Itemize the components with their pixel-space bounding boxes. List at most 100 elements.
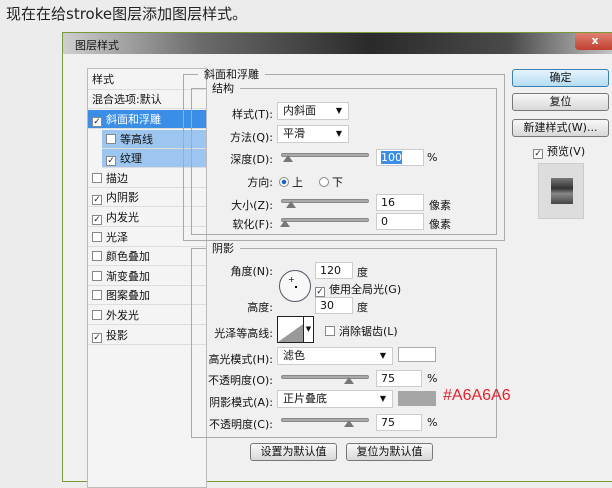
chevron-down-icon: ▼ bbox=[335, 106, 342, 115]
size-unit: 像素 bbox=[429, 199, 451, 212]
checkbox-icon bbox=[325, 326, 335, 336]
soften-slider[interactable] bbox=[280, 218, 369, 227]
down-label: 下 bbox=[332, 176, 343, 189]
chevron-down-icon: ▼ bbox=[303, 317, 313, 342]
highlight-color-swatch[interactable] bbox=[398, 347, 436, 362]
style-item[interactable]: 颜色叠加 bbox=[88, 247, 206, 267]
preview-label: 预览(V) bbox=[547, 145, 586, 158]
checkbox-icon: ✓ bbox=[315, 287, 325, 297]
shadow-opacity-unit: % bbox=[427, 416, 438, 429]
angle-unit: 度 bbox=[357, 266, 368, 279]
anti-alias-label: 消除锯齿(L) bbox=[339, 325, 398, 338]
anti-alias-checkbox[interactable]: 消除锯齿(L) bbox=[325, 323, 398, 339]
ok-button[interactable]: 确定 bbox=[512, 69, 609, 87]
color-annotation: #A6A6A6 bbox=[443, 387, 511, 404]
checkbox-icon[interactable]: ✓ bbox=[92, 215, 102, 225]
angle-label: 角度(N): bbox=[230, 265, 273, 278]
depth-input[interactable]: 100 bbox=[376, 149, 424, 166]
method-label: 方法(Q): bbox=[230, 131, 273, 144]
checkbox-icon[interactable] bbox=[92, 231, 102, 242]
style-select[interactable]: 内斜面 ▼ bbox=[277, 102, 349, 120]
chevron-down-icon: ▼ bbox=[335, 129, 342, 138]
shadow-color-swatch[interactable] bbox=[398, 391, 436, 406]
altitude-input[interactable]: 30 bbox=[315, 297, 353, 314]
size-slider[interactable] bbox=[281, 199, 369, 208]
checkbox-icon[interactable]: ✓ bbox=[92, 117, 102, 127]
soften-input[interactable]: 0 bbox=[376, 213, 424, 230]
altitude-label: 高度: bbox=[247, 301, 273, 314]
checkbox-icon[interactable] bbox=[92, 270, 102, 281]
checkbox-icon[interactable]: ✓ bbox=[106, 156, 116, 167]
highlight-opacity-slider[interactable] bbox=[281, 375, 369, 384]
dialog-title: 图层样式 bbox=[75, 39, 119, 52]
altitude-unit: 度 bbox=[357, 301, 368, 314]
style-item[interactable]: 渐变叠加 bbox=[88, 267, 206, 286]
style-item[interactable]: 外发光 bbox=[88, 306, 206, 325]
style-item-label: 斜面和浮雕 bbox=[106, 113, 161, 126]
style-item-label: 图案叠加 bbox=[106, 289, 150, 303]
highlight-mode-label: 高光模式(H): bbox=[208, 353, 273, 366]
depth-slider[interactable] bbox=[281, 153, 369, 162]
reset-default-button[interactable]: 复位为默认值 bbox=[346, 443, 433, 461]
preview-checkbox[interactable]: ✓ 预览(V) bbox=[533, 143, 585, 159]
checkbox-icon[interactable] bbox=[92, 251, 102, 262]
checkbox-icon[interactable] bbox=[106, 133, 116, 144]
new-style-button[interactable]: 新建样式(W)... bbox=[512, 119, 609, 137]
angle-input[interactable]: 120 bbox=[315, 262, 353, 279]
make-default-button[interactable]: 设置为默认值 bbox=[250, 443, 337, 461]
direction-down[interactable]: 下 bbox=[319, 174, 343, 190]
direction-up[interactable]: 上 bbox=[279, 174, 303, 190]
style-item-label: 投影 bbox=[106, 328, 128, 342]
shadow-opacity-slider[interactable] bbox=[281, 418, 369, 427]
shadow-opacity-input[interactable]: 75 bbox=[376, 414, 422, 431]
method-value: 平滑 bbox=[283, 127, 305, 140]
chevron-down-icon: ▼ bbox=[379, 351, 386, 360]
depth-unit: % bbox=[427, 151, 438, 164]
depth-label: 深度(D): bbox=[230, 153, 273, 166]
style-item-label: 光泽 bbox=[106, 230, 128, 244]
reset-button[interactable]: 复位 bbox=[512, 93, 609, 111]
size-label: 大小(Z): bbox=[231, 199, 273, 212]
angle-dial[interactable]: + bbox=[279, 270, 311, 302]
style-item-label: 渐变叠加 bbox=[106, 269, 150, 283]
gloss-contour-label: 光泽等高线: bbox=[214, 327, 273, 340]
gloss-contour-picker[interactable]: ▼ bbox=[277, 316, 314, 343]
checkbox-icon[interactable] bbox=[92, 172, 102, 183]
direction-label: 方向: bbox=[247, 176, 273, 189]
highlight-opacity-input[interactable]: 75 bbox=[376, 370, 422, 387]
highlight-opacity-unit: % bbox=[427, 372, 438, 385]
checkbox-icon: ✓ bbox=[533, 149, 543, 159]
preview-thumbnail bbox=[538, 163, 584, 219]
style-item-label: 内发光 bbox=[106, 211, 139, 224]
shadow-mode-value: 正片叠底 bbox=[283, 392, 327, 405]
radio-icon bbox=[279, 177, 289, 187]
checkbox-icon[interactable]: ✓ bbox=[92, 195, 102, 206]
crosshair-icon: + bbox=[288, 275, 295, 284]
style-item-label: 内阴影 bbox=[106, 191, 139, 205]
checkbox-icon[interactable]: ✓ bbox=[92, 332, 102, 343]
highlight-mode-value: 滤色 bbox=[283, 349, 305, 362]
layer-style-dialog: 图层样式 x 样式 混合选项:默认 ✓ 斜面和浮雕 等高线 ✓ 纹理 描边 ✓ 内阴影 ✓ 内发光… bbox=[62, 32, 612, 488]
method-select[interactable]: 平滑 ▼ bbox=[277, 125, 349, 143]
style-item-label: 纹理 bbox=[120, 152, 142, 166]
structure-legend: 结构 bbox=[212, 82, 234, 95]
radio-icon bbox=[319, 177, 329, 187]
chevron-down-icon: ▼ bbox=[379, 394, 386, 403]
global-light-label: 使用全局光(G) bbox=[329, 283, 402, 296]
style-item-label: 等高线 bbox=[120, 132, 153, 146]
shading-legend: 阴影 bbox=[212, 242, 234, 255]
global-light-checkbox[interactable]: ✓ 使用全局光(G) bbox=[315, 281, 401, 297]
checkbox-icon[interactable] bbox=[92, 290, 102, 301]
style-item-label: 颜色叠加 bbox=[106, 250, 150, 264]
highlight-opacity-label: 不透明度(O): bbox=[208, 374, 273, 387]
soften-label: 软化(F): bbox=[232, 218, 273, 231]
highlight-mode-select[interactable]: 滤色 ▼ bbox=[277, 347, 393, 365]
title-bar: 图层样式 x bbox=[63, 33, 612, 54]
close-button[interactable]: x bbox=[575, 33, 612, 50]
style-label: 样式(T): bbox=[231, 108, 273, 121]
style-item[interactable]: 图案叠加 bbox=[88, 286, 206, 306]
style-item-label: 外发光 bbox=[106, 309, 139, 322]
checkbox-icon[interactable] bbox=[92, 310, 102, 320]
shadow-mode-select[interactable]: 正片叠底 ▼ bbox=[277, 390, 393, 408]
size-input[interactable]: 16 bbox=[376, 194, 424, 211]
